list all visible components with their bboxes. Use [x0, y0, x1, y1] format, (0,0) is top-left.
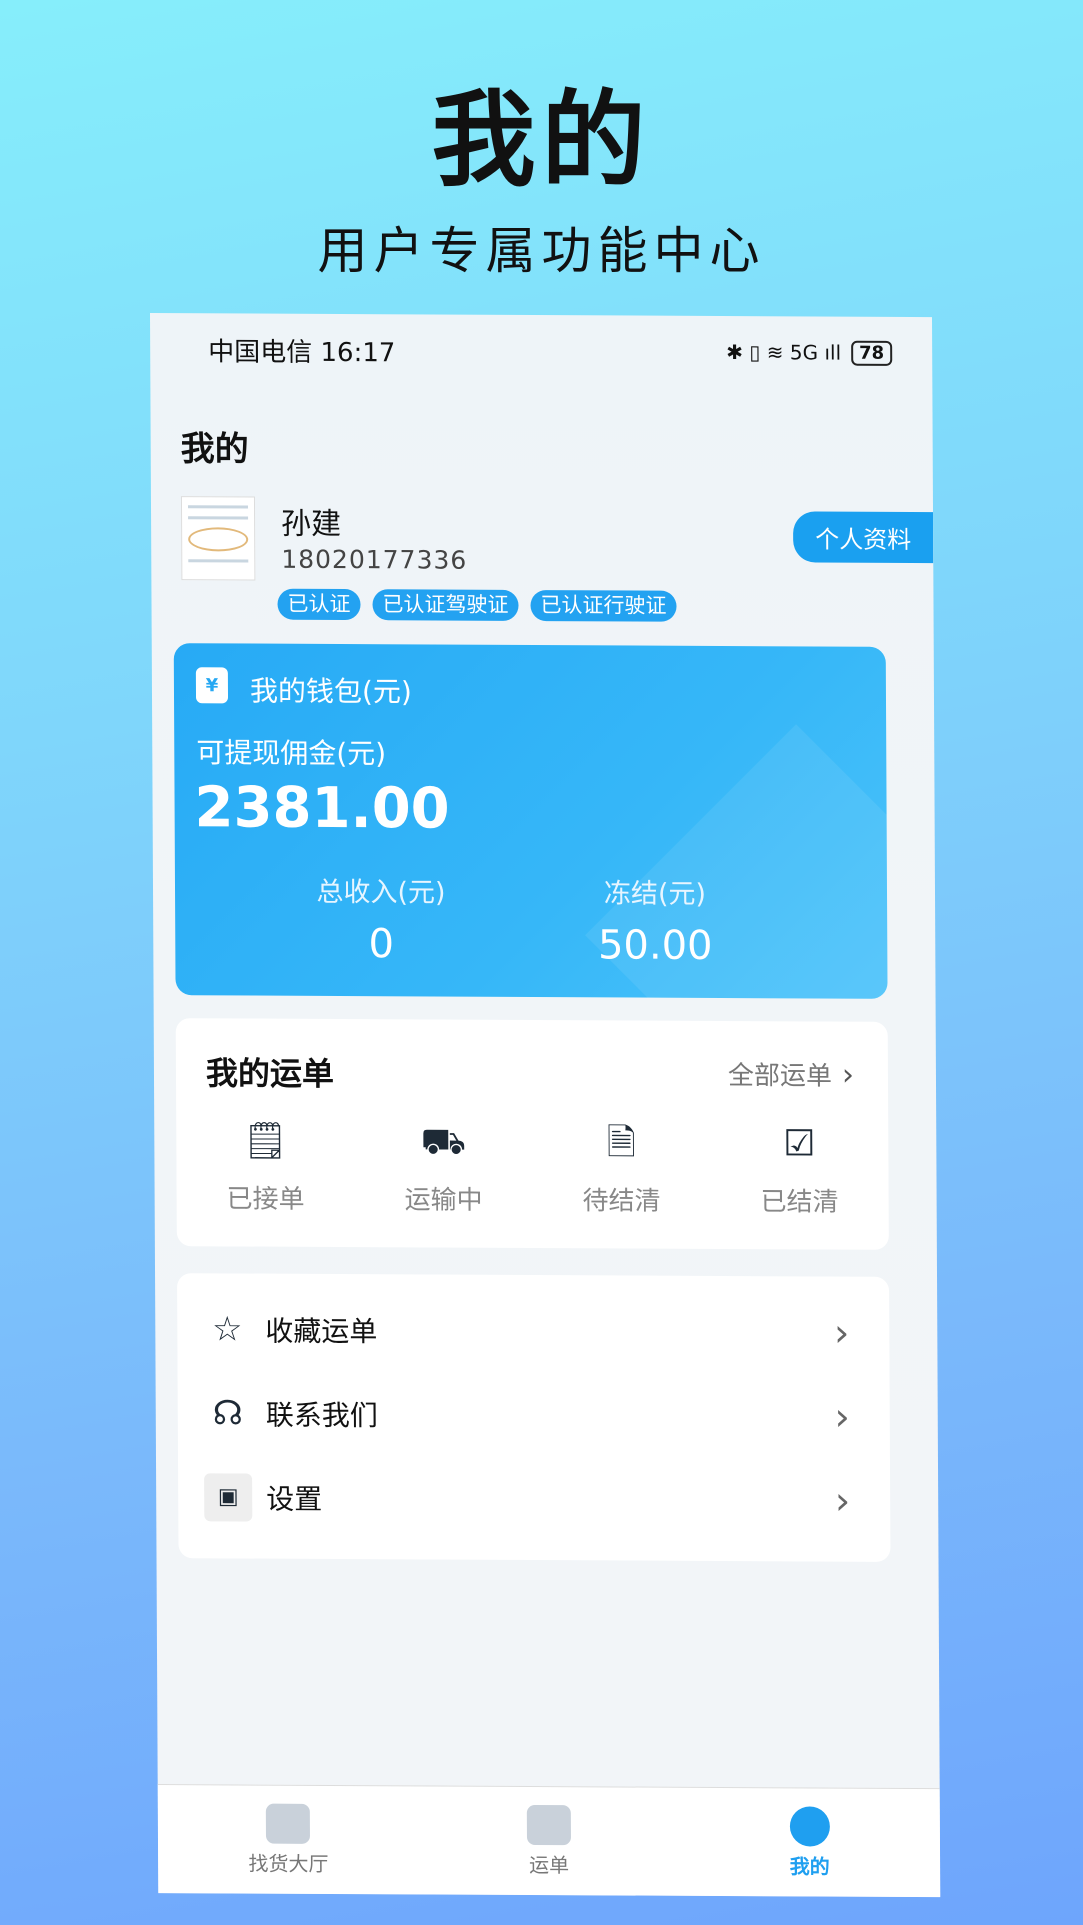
chevron-right-icon: › [841, 1057, 855, 1093]
tab-orders-label: 运单 [529, 1852, 570, 1877]
clipboard-check-icon: 🗒 [242, 1120, 289, 1162]
truck-icon: ⛟ [420, 1121, 467, 1163]
order-pending-label: 待结清 [582, 1186, 661, 1217]
all-orders-label: 全部运单 [727, 1061, 833, 1092]
tab-mine-label: 我的 [789, 1853, 830, 1879]
badge-verified: 已认证 [277, 588, 361, 621]
order-pending-settlement[interactable]: 🗎 待结清 [546, 1120, 697, 1218]
user-phone: 18020177336 [281, 544, 468, 575]
user-name: 孙建 [281, 506, 342, 543]
menu-favorites[interactable]: ☆ 收藏运单 › [203, 1299, 849, 1362]
frozen-label: 冻结(元) [603, 878, 707, 910]
all-orders-link[interactable]: 全部运单 › [728, 1055, 854, 1093]
menu-favorites-label: 收藏运单 [265, 1314, 378, 1349]
order-settled-label: 已结清 [760, 1187, 839, 1218]
order-settled[interactable]: ☑ 已结清 [724, 1121, 875, 1219]
order-accepted-label: 已接单 [226, 1184, 305, 1215]
tab-mine[interactable]: 我的 [719, 1805, 899, 1880]
menu-settings[interactable]: ▣ 设置 › [204, 1467, 850, 1530]
star-icon: ☆ [211, 1309, 243, 1350]
orders-card: 我的运单 全部运单 › 🗒 已接单 ⛟ 运输中 🗎 待结清 ☑ 已结清 [175, 1018, 889, 1250]
wallet-icon: ¥ [195, 667, 229, 704]
status-bar: 中国电信 16:17 ✱ ▯ ≋ 5G ıll 78 [208, 329, 893, 373]
tab-orders[interactable]: 运单 [459, 1804, 639, 1878]
document-icon [526, 1804, 571, 1845]
page-title: 我的 [180, 429, 249, 470]
battery-icon: 78 [851, 340, 893, 366]
menu-card: ☆ 收藏运单 › ☊ 联系我们 › ▣ 设置 › [177, 1273, 891, 1562]
avatar[interactable] [180, 496, 256, 581]
user-icon [789, 1805, 830, 1847]
wallet-card[interactable]: ¥ 我的钱包(元) 可提现佣金(元) 2381.00 总收入(元) 0 冻结(元… [173, 643, 888, 999]
tab-cargo-hall[interactable]: 找货大厅 [198, 1803, 378, 1877]
profile-button[interactable]: 个人资料 [793, 511, 934, 564]
withdrawable-amount: 2381.00 [194, 775, 450, 842]
chevron-right-icon: › [833, 1310, 850, 1355]
carrier-time: 中国电信 16:17 [208, 336, 396, 368]
phone-screen: 中国电信 16:17 ✱ ▯ ≋ 5G ıll 78 我的 孙建 1802017… [150, 313, 941, 1898]
orders-title: 我的运单 [205, 1054, 335, 1093]
status-icon-glyphs: ✱ ▯ ≋ 5G ıll [726, 340, 842, 365]
total-income: 总收入(元) 0 [271, 870, 492, 968]
hero-title: 我的 [431, 79, 652, 201]
badge-vehicle-license: 已认证行驶证 [530, 589, 677, 622]
clock-doc-icon: 🗎 [606, 1122, 636, 1164]
order-accepted[interactable]: 🗒 已接单 [190, 1118, 341, 1216]
wallet-title: 我的钱包(元) [249, 674, 412, 709]
order-in-transit[interactable]: ⛟ 运输中 [368, 1119, 519, 1217]
menu-contact[interactable]: ☊ 联系我们 › [204, 1383, 850, 1446]
hero-subtitle: 用户专属功能中心 [317, 222, 766, 280]
chevron-right-icon: › [834, 1478, 851, 1523]
badge-driver-license: 已认证驾驶证 [372, 589, 519, 621]
headset-icon: ☊ [212, 1393, 243, 1434]
home-icon [266, 1803, 311, 1844]
image-icon: ▣ [204, 1473, 253, 1522]
status-icons: ✱ ▯ ≋ 5G ıll 78 [726, 340, 893, 366]
frozen-amount: 冻结(元) 50.00 [545, 871, 766, 969]
total-income-value: 0 [368, 921, 395, 968]
checkbox-icon: ☑ [783, 1123, 816, 1165]
verification-badges: 已认证 已认证驾驶证 已认证行驶证 [277, 588, 677, 622]
bottom-tab-bar: 找货大厅 运单 我的 [157, 1784, 941, 1898]
order-in-transit-label: 运输中 [404, 1185, 483, 1216]
tab-cargo-hall-label: 找货大厅 [248, 1851, 329, 1876]
menu-settings-label: 设置 [266, 1482, 323, 1516]
withdrawable-label: 可提现佣金(元) [196, 736, 387, 771]
frozen-value: 50.00 [597, 922, 713, 969]
total-income-label: 总收入(元) [316, 876, 446, 909]
menu-contact-label: 联系我们 [265, 1398, 378, 1433]
order-status-list: 🗒 已接单 ⛟ 运输中 🗎 待结清 ☑ 已结清 [176, 1118, 888, 1219]
chevron-right-icon: › [834, 1394, 850, 1439]
